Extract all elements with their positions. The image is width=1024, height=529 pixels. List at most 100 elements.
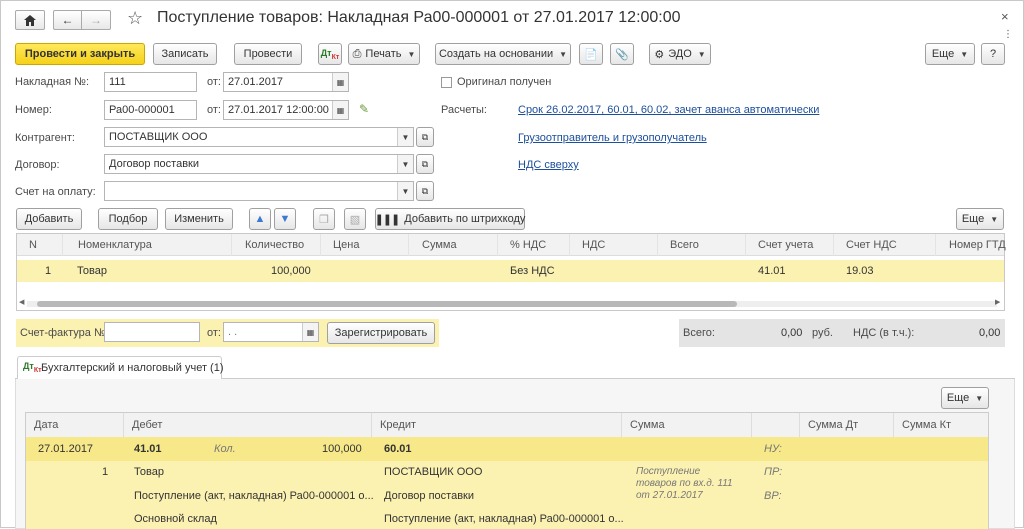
col-gtd[interactable]: Номер ГТД (943, 234, 1006, 256)
invoice-number-label: Накладная №: (15, 76, 90, 88)
move-up-button[interactable]: ▲ (249, 208, 271, 230)
post-and-close-button[interactable]: Провести и закрыть (15, 43, 145, 65)
col-amount-dt[interactable]: Сумма Дт (800, 413, 894, 437)
col-tax-type[interactable] (752, 413, 800, 437)
payment-invoice-field[interactable]: ▼ (104, 181, 414, 201)
col-n[interactable]: N (23, 234, 63, 256)
original-received-checkbox[interactable] (441, 77, 452, 88)
move-down-button[interactable]: ▼ (274, 208, 296, 230)
add-by-barcode-button[interactable]: ❚❚❚ Добавить по штрихкоду (375, 208, 525, 230)
col-amount-kt[interactable]: Сумма Кт (894, 413, 988, 437)
edo-button[interactable]: ⚙ ЭДО ▼ (649, 43, 711, 65)
home-button[interactable] (15, 10, 45, 30)
col-vat[interactable]: НДС (576, 234, 658, 256)
more-label: Еще (931, 48, 955, 60)
print-button[interactable]: ⎙ Печать ▼ (348, 43, 420, 65)
number-date-label: от: (207, 104, 221, 116)
help-button[interactable]: ? (981, 43, 1005, 65)
edo-icon: ⚙ (654, 48, 665, 61)
number-date-field[interactable]: 27.01.2017 12:00:00 ▦ (223, 100, 349, 120)
scrollbar-thumb[interactable] (37, 301, 737, 307)
change-button[interactable]: Изменить (165, 208, 233, 230)
close-window-icon[interactable]: × (1001, 9, 1009, 24)
settlements-link[interactable]: Срок 26.02.2017, 60.01, 60.02, зачет ава… (518, 104, 819, 116)
totals-panel (679, 319, 1005, 347)
number-label: Номер: (15, 104, 52, 116)
report-button[interactable]: 📄 (579, 43, 603, 65)
col-vat-rate[interactable]: % НДС (504, 234, 570, 256)
post-button[interactable]: Провести (234, 43, 302, 65)
col-credit[interactable]: Кредит (372, 413, 622, 437)
chevron-down-icon[interactable]: ▼ (397, 155, 413, 173)
copy-row-button[interactable]: ❐ (313, 208, 335, 230)
dt-kt-button[interactable]: ДтКт (318, 43, 342, 65)
chevron-down-icon[interactable]: ▼ (397, 128, 413, 146)
edo-label: ЭДО (668, 48, 692, 60)
col-qty[interactable]: Количество (239, 234, 321, 256)
paste-row-button[interactable]: ▧ (344, 208, 366, 230)
open-contractor-button[interactable]: ⧉ (416, 127, 434, 147)
create-based-on-button[interactable]: Создать на основании ▼ (435, 43, 571, 65)
contract-field[interactable]: Договор поставки ▼ (104, 154, 414, 174)
number-date-value: 27.01.2017 12:00:00 (228, 104, 329, 116)
col-debit[interactable]: Дебет (124, 413, 372, 437)
calendar-icon[interactable]: ▦ (302, 323, 318, 341)
col-total[interactable]: Всего (664, 234, 746, 256)
invoice-factura-date-field[interactable]: . . ▦ (223, 322, 319, 342)
attachment-button[interactable]: 📎 (610, 43, 634, 65)
open-payment-invoice-button[interactable]: ⧉ (416, 181, 434, 201)
credit-sub1: ПОСТАВЩИК ООО (384, 466, 483, 478)
open-icon: ⧉ (421, 158, 429, 169)
number-field[interactable]: Ра00-000001 (104, 100, 197, 120)
tab-accounting[interactable]: ДтКт Бухгалтерский и налоговый учет (1) (17, 356, 224, 379)
col-account[interactable]: Счет учета (752, 234, 834, 256)
col-price[interactable]: Цена (327, 234, 409, 256)
copy-icon: ❐ (319, 213, 329, 226)
postings-more-button[interactable]: Еще ▼ (941, 387, 989, 409)
row-n: 1 (45, 265, 52, 277)
chevron-down-icon: ▼ (407, 49, 416, 59)
edit-number-icon[interactable]: ✎ (359, 102, 369, 116)
total-value: 0,00 (781, 327, 803, 339)
col-date[interactable]: Дата (26, 413, 124, 437)
create-based-label: Создать на основании (438, 48, 554, 60)
chevron-down-icon[interactable]: ▼ (397, 182, 413, 200)
contractor-field[interactable]: ПОСТАВЩИК ООО ▼ (104, 127, 414, 147)
scroll-left-icon[interactable]: ◀ (19, 298, 24, 306)
invoice-number-field[interactable]: 111 (104, 72, 197, 92)
arrow-up-icon: ▲ (254, 213, 266, 225)
debit-sub2: Поступление (акт, накладная) Ра00-000001… (134, 490, 374, 502)
paperclip-icon: 📎 (615, 48, 629, 61)
col-sum[interactable]: Сумма (416, 234, 498, 256)
table-more-button[interactable]: Еще ▼ (956, 208, 1004, 230)
open-contract-button[interactable]: ⧉ (416, 154, 434, 174)
back-button[interactable]: ← (53, 10, 81, 30)
arrow-down-icon: ▼ (279, 213, 291, 225)
shipper-consignee-link[interactable]: Грузоотправитель и грузополучатель (518, 132, 707, 144)
credit-sub2: Договор поставки (384, 490, 474, 502)
invoice-date-field[interactable]: 27.01.2017 ▦ (223, 72, 349, 92)
scroll-right-icon[interactable]: ▶ (995, 298, 1000, 306)
document-icon: 📄 (584, 48, 598, 61)
more-vertical-icon[interactable]: ⋮ (1003, 29, 1013, 40)
calendar-icon[interactable]: ▦ (332, 73, 348, 91)
debit-sub3: Основной склад (134, 513, 217, 525)
horizontal-scrollbar[interactable] (27, 301, 997, 307)
register-button[interactable]: Зарегистрировать (327, 322, 435, 344)
col-item[interactable]: Номенклатура (72, 234, 232, 256)
pick-button[interactable]: Подбор (98, 208, 158, 230)
calendar-icon[interactable]: ▦ (332, 101, 348, 119)
vat-on-top-link[interactable]: НДС сверху (518, 159, 579, 171)
favorite-star-icon[interactable]: ☆ (127, 8, 143, 29)
col-amount[interactable]: Сумма (622, 413, 752, 437)
forward-button[interactable]: → (81, 10, 111, 30)
save-button[interactable]: Записать (153, 43, 217, 65)
invoice-factura-number-field[interactable] (104, 322, 200, 342)
credit-sub3: Поступление (акт, накладная) Ра00-000001… (384, 513, 624, 525)
credit-account: 60.01 (384, 443, 412, 455)
add-row-button[interactable]: Добавить (16, 208, 82, 230)
col-vat-account[interactable]: Счет НДС (840, 234, 936, 256)
original-received-label: Оригинал получен (457, 76, 552, 88)
posting-row-header-band (26, 437, 988, 461)
more-button[interactable]: Еще ▼ (925, 43, 975, 65)
